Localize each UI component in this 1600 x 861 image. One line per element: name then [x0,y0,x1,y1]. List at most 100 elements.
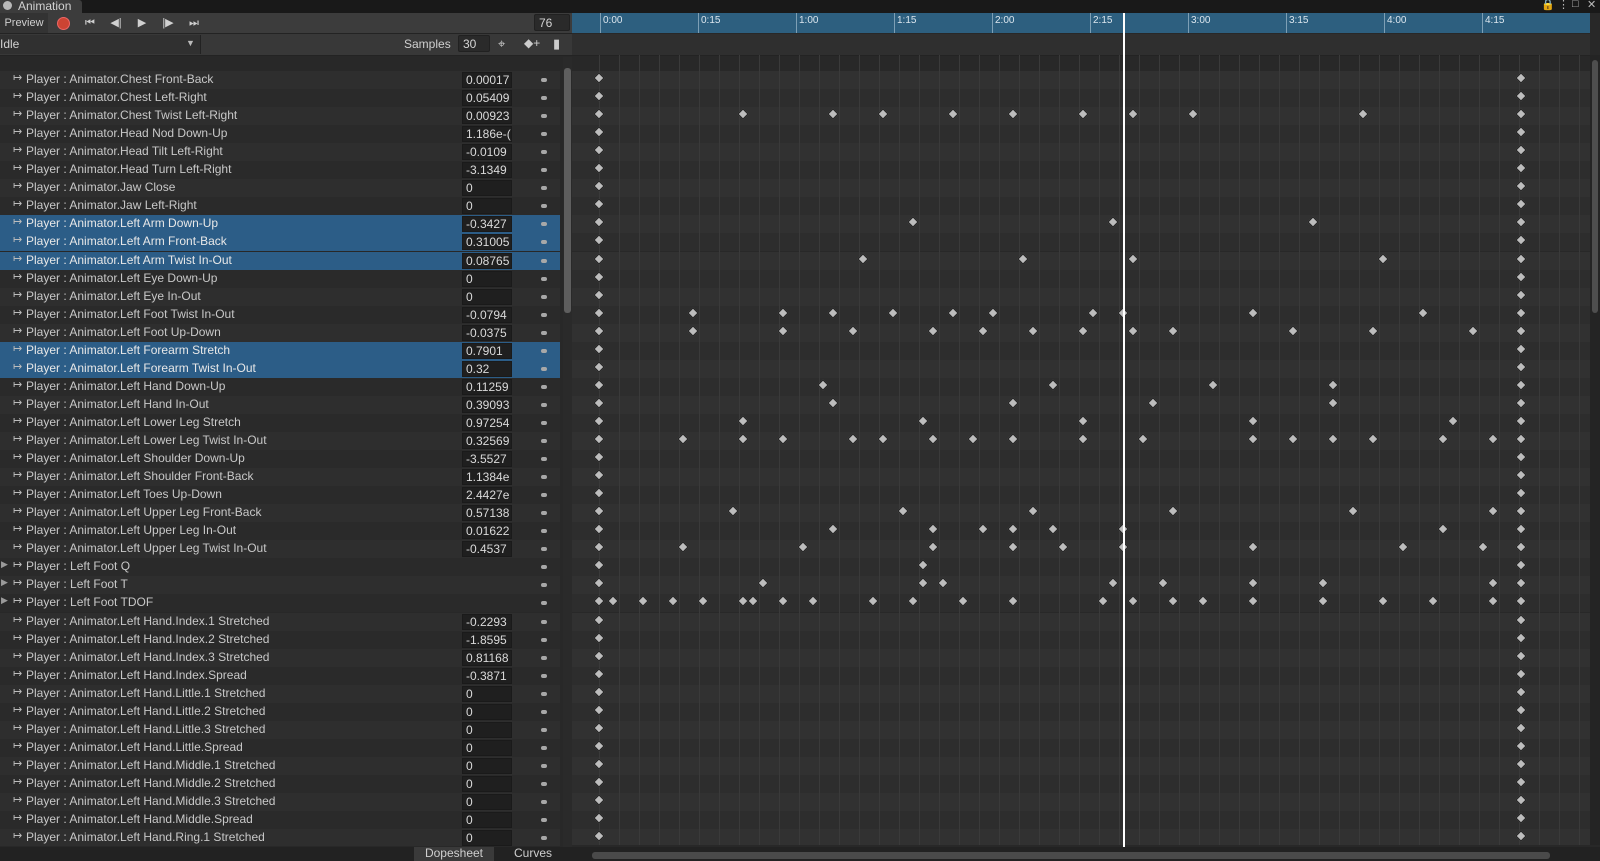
property-row[interactable]: ↦ Player : Animator.Left Hand.Middle.2 St… [0,775,560,793]
dopesheet-row[interactable] [572,215,1590,233]
snap-to-keyframe-icon[interactable]: ⌖ [498,36,505,52]
dopesheet-row[interactable] [572,71,1590,89]
property-row[interactable]: ↦ Player : Animator.Left Hand.Little.3 St… [0,721,560,739]
keyframe-toggle-icon[interactable] [541,728,547,732]
keyframe-toggle-icon[interactable] [541,96,547,100]
property-row[interactable]: ↦ Player : Animator.Chest Left-Right 0.054… [0,89,560,107]
keyframe-toggle-icon[interactable] [541,493,547,497]
expand-arrow-icon[interactable]: ▶ [1,559,8,570]
property-row[interactable]: ↦ Player : Animator.Left Arm Down-Up -0.34… [0,215,560,233]
property-value-field[interactable]: 0 [462,722,512,738]
keyframe-toggle-icon[interactable] [541,295,547,299]
dopesheet-row[interactable] [572,649,1590,667]
animation-window-tab[interactable]: Animation [0,0,82,13]
keyframe-toggle-icon[interactable] [541,168,547,172]
dopesheet-row[interactable] [572,558,1590,576]
preview-button[interactable]: Preview [0,13,48,33]
dopesheet-row[interactable] [572,125,1590,143]
dopesheet-row[interactable] [572,161,1590,179]
samples-field[interactable]: 30 [458,35,490,52]
property-row[interactable]: ↦ Player : Animator.Left Forearm Twist In… [0,360,560,378]
keyframe-toggle-icon[interactable] [541,439,547,443]
property-row[interactable]: ↦ Player : Animator.Left Eye In-Out 0 [0,288,560,306]
property-row[interactable]: ↦ Player : Animator.Jaw Close 0 [0,179,560,197]
property-value-field[interactable]: 0 [462,794,512,810]
property-value-field[interactable]: 0 [462,271,512,287]
keyframe-toggle-icon[interactable] [541,764,547,768]
property-value-field[interactable]: -0.3871 [462,668,512,684]
dopesheet-row[interactable] [572,179,1590,197]
first-frame-button[interactable]: ⏮ [79,13,101,33]
keyframe-toggle-icon[interactable] [541,277,547,281]
property-value-field[interactable]: -0.0375 [462,325,512,341]
keyframe-toggle-icon[interactable] [541,674,547,678]
property-value-field[interactable]: 0.31005 [462,234,512,250]
property-value-field[interactable]: 1.186e-( [462,126,512,142]
add-event-icon[interactable]: ▮ [553,36,560,52]
property-value-field[interactable]: 0 [462,740,512,756]
dopesheet-row[interactable] [572,450,1590,468]
keyframe-toggle-icon[interactable] [541,818,547,822]
keyframe-toggle-icon[interactable] [541,78,547,82]
property-row[interactable]: ↦ Player : Animator.Left Hand.Little.Spre… [0,739,560,757]
dopesheet-row[interactable] [572,793,1590,811]
property-value-field[interactable]: 0 [462,830,512,846]
keyframe-toggle-icon[interactable] [541,800,547,804]
frame-field[interactable]: 76 [534,14,570,31]
property-row[interactable]: ↦ Player : Animator.Left Lower Leg Twist … [0,432,560,450]
dopesheet-row[interactable] [572,540,1590,558]
dopesheet-row[interactable] [572,757,1590,775]
property-value-field[interactable]: 0.39093 [462,397,512,413]
record-button[interactable] [53,13,73,33]
property-value-field[interactable]: 0.08765 [462,253,512,269]
keyframe-toggle-icon[interactable] [541,349,547,353]
property-value-field[interactable]: 0.81168 [462,650,512,666]
keyframe-toggle-icon[interactable] [541,746,547,750]
dopesheet-row[interactable] [572,306,1590,324]
dopesheet-row[interactable] [572,811,1590,829]
keyframe-toggle-icon[interactable] [541,583,547,587]
property-value-field[interactable]: 0 [462,704,512,720]
keyframe-toggle-icon[interactable] [541,601,547,605]
dopesheet-row[interactable] [572,486,1590,504]
property-row[interactable]: ▶ ↦ Player : Left Foot TDOF [0,594,560,612]
keyframe-toggle-icon[interactable] [541,367,547,371]
property-value-field[interactable]: 0.97254 [462,415,512,431]
keyframe-toggle-icon[interactable] [541,331,547,335]
property-row[interactable]: ↦ Player : Animator.Left Toes Up-Down 2.44… [0,486,560,504]
property-row[interactable]: ▶ ↦ Player : Left Foot T [0,576,560,594]
property-row[interactable]: ↦ Player : Animator.Left Hand.Index.2 Str… [0,631,560,649]
property-value-field[interactable]: -0.0794 [462,307,512,323]
property-row[interactable]: ↦ Player : Animator.Chest Front-Back 0.000… [0,71,560,89]
property-value-field[interactable]: 2.4427e [462,487,512,503]
keyframe-toggle-icon[interactable] [541,240,547,244]
property-value-field[interactable]: 0.01622 [462,523,512,539]
keyframe-toggle-icon[interactable] [541,692,547,696]
keyframe-toggle-icon[interactable] [541,457,547,461]
expand-arrow-icon[interactable]: ▶ [1,595,8,606]
close-icon[interactable]: ✕ [1587,0,1596,11]
property-row[interactable]: ↦ Player : Animator.Left Eye Down-Up 0 [0,270,560,288]
property-value-field[interactable]: -3.5527 [462,451,512,467]
keyframe-toggle-icon[interactable] [541,186,547,190]
property-row[interactable]: ↦ Player : Animator.Left Upper Leg Twist … [0,540,560,558]
property-value-field[interactable]: 0 [462,180,512,196]
dopesheet-scroll-thumb[interactable] [1592,60,1598,313]
property-value-field[interactable]: 0 [462,686,512,702]
tab-curves[interactable]: Curves [494,847,572,861]
property-row[interactable]: ▶ ↦ Player : Left Foot Q [0,558,560,576]
property-row[interactable]: ↦ Player : Animator.Left Arm Twist In-Out… [0,252,560,270]
maximize-icon[interactable]: □ [1572,0,1579,10]
property-row[interactable]: ↦ Player : Animator.Left Hand.Ring.1 Stre… [0,829,560,846]
property-row[interactable]: ↦ Player : Animator.Left Hand.Index.1 Str… [0,613,560,631]
dopesheet-row[interactable] [572,143,1590,161]
last-frame-button[interactable]: ⏭ [183,13,205,33]
keyframe-toggle-icon[interactable] [541,150,547,154]
property-row[interactable]: ↦ Player : Animator.Left Forearm Stretch 0… [0,342,560,360]
dopesheet-row[interactable] [572,468,1590,486]
dopesheet-row[interactable] [572,667,1590,685]
keyframe-toggle-icon[interactable] [541,421,547,425]
dopesheet-row[interactable] [572,288,1590,306]
play-button[interactable]: ▶ [131,13,153,33]
dopesheet-row[interactable] [572,775,1590,793]
